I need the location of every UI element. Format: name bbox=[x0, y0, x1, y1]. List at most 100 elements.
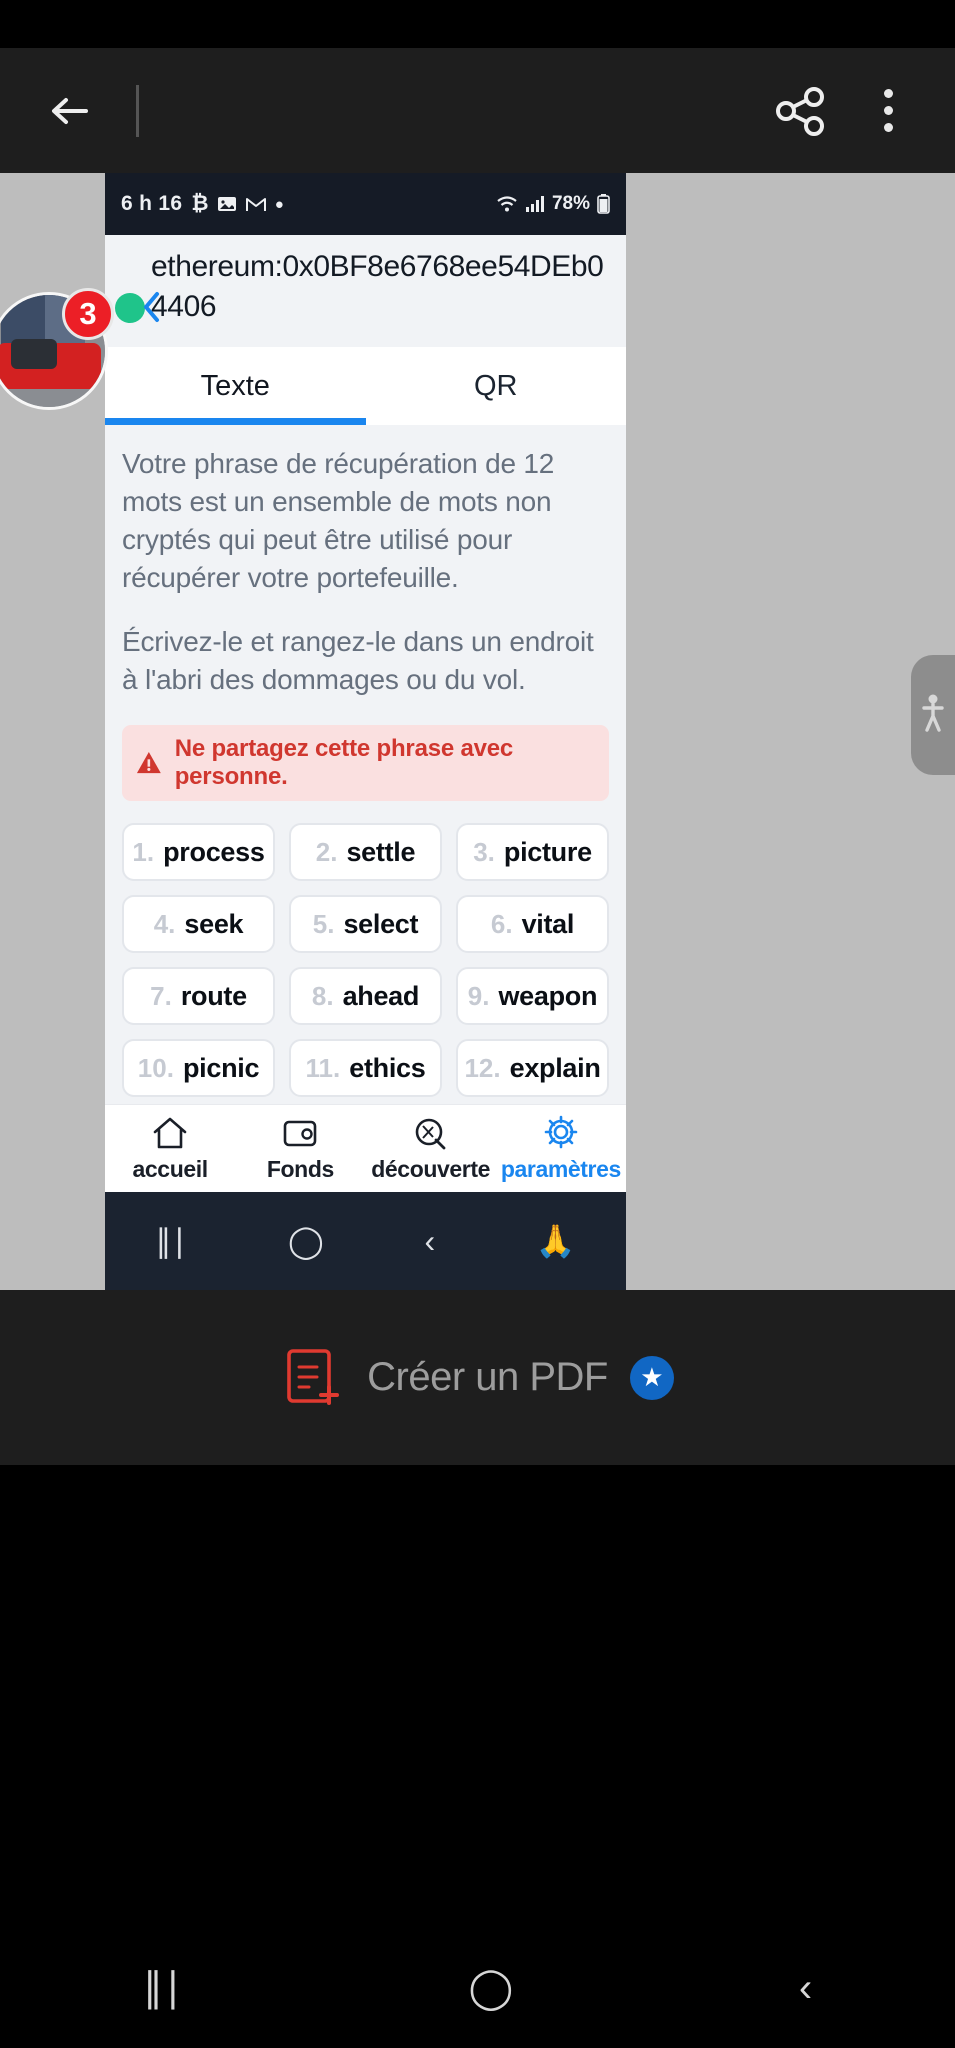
recovery-description-1: Votre phrase de récupération de 12 mots … bbox=[122, 448, 555, 594]
seed-word-text: process bbox=[163, 836, 265, 867]
gmail-icon bbox=[245, 198, 266, 211]
more-dot-1 bbox=[883, 89, 893, 98]
seed-word-text: select bbox=[343, 908, 419, 939]
seed-word-number: 8. bbox=[311, 980, 334, 1011]
recents-icon[interactable]: ∥∣ bbox=[155, 1222, 187, 1260]
create-pdf-label: Créer un PDF bbox=[367, 1355, 608, 1399]
statusbar-left: 6 h 16 ₿ ● bbox=[121, 192, 284, 216]
seed-word-text: ethics bbox=[349, 1052, 426, 1083]
seed-word-number: 3. bbox=[473, 836, 495, 867]
seed-word-number: 2. bbox=[315, 836, 338, 867]
warning-triangle-icon bbox=[136, 752, 161, 774]
phone-statusbar: 6 h 16 ₿ ● 78% bbox=[105, 173, 626, 235]
seed-word-chip[interactable]: 7. route bbox=[122, 967, 275, 1026]
seed-word-chip[interactable]: 1. process bbox=[122, 823, 275, 882]
wallet-address: ethereum:0x0BF8e6768ee54DEb04406 bbox=[151, 250, 604, 323]
tab-bar: Texte QR bbox=[105, 347, 626, 425]
seed-word-text: explain bbox=[509, 1052, 601, 1083]
seed-word-number: 6. bbox=[490, 908, 513, 939]
seed-word-chip[interactable]: 10. picnic bbox=[122, 1039, 275, 1098]
seed-word-chip[interactable]: 3. picture bbox=[456, 823, 609, 882]
seed-word-text: seek bbox=[184, 908, 244, 939]
more-dot-2 bbox=[883, 106, 893, 115]
home-icon bbox=[153, 1117, 187, 1148]
top-black-strip bbox=[0, 0, 955, 48]
nav-label: Fonds bbox=[266, 1155, 334, 1182]
bitcoin-icon: ₿ bbox=[191, 192, 209, 215]
phone-bottom-nav: accueil Fonds découverte paramètres bbox=[105, 1104, 626, 1192]
seed-word-text: picture bbox=[503, 836, 592, 867]
seed-word-number: 9. bbox=[467, 980, 490, 1011]
seed-word-chip[interactable]: 11. ethics bbox=[289, 1039, 442, 1098]
seed-word-chip[interactable]: 12. explain bbox=[456, 1039, 609, 1098]
seed-word-text: weapon bbox=[498, 980, 598, 1011]
pdf-add-icon bbox=[287, 1348, 340, 1405]
more-options-button[interactable] bbox=[881, 89, 895, 132]
wifi-icon bbox=[497, 196, 517, 212]
signal-icon bbox=[525, 196, 544, 212]
back-icon[interactable]: ‹ bbox=[424, 1223, 435, 1260]
seed-word-chip[interactable]: 9. weapon bbox=[456, 967, 609, 1026]
statusbar-time: 6 h 16 bbox=[121, 192, 183, 215]
recents-icon[interactable]: ∥∣ bbox=[143, 1965, 183, 2011]
accessibility-icon bbox=[922, 694, 944, 732]
arrow-left-icon bbox=[52, 97, 88, 124]
compass-icon bbox=[415, 1118, 446, 1149]
seed-word-chip[interactable]: 6. vital bbox=[456, 895, 609, 954]
nav-item-accueil[interactable]: accueil bbox=[105, 1115, 235, 1183]
nav-item-parametres[interactable]: paramètres bbox=[496, 1115, 626, 1183]
seed-word-number: 11. bbox=[305, 1052, 341, 1083]
seed-word-number: 1. bbox=[132, 836, 155, 867]
seed-word-number: 12. bbox=[464, 1052, 501, 1083]
seed-word-number: 10. bbox=[137, 1052, 174, 1083]
seed-word-chip[interactable]: 5. select bbox=[289, 895, 442, 954]
address-header: ethereum:0x0BF8e6768ee54DEb04406 bbox=[105, 235, 626, 347]
dot-icon: ● bbox=[274, 195, 285, 213]
warning-banner: Ne partagez cette phrase avec personne. bbox=[122, 725, 609, 802]
gear-icon bbox=[544, 1115, 578, 1148]
home-circle-icon[interactable]: ◯ bbox=[468, 1965, 513, 2011]
seed-word-text: vital bbox=[521, 908, 575, 939]
accessibility-icon[interactable]: 🙏 bbox=[536, 1222, 576, 1260]
tab-texte[interactable]: Texte bbox=[105, 347, 366, 425]
phone-screenshot: 6 h 16 ₿ ● 78% ethereum:0x0BF8e6768ee54D… bbox=[105, 173, 626, 1290]
warning-text: Ne partagez cette phrase avec personne. bbox=[174, 735, 514, 791]
share-button[interactable] bbox=[771, 81, 831, 141]
seed-word-chip[interactable]: 8. ahead bbox=[289, 967, 442, 1026]
tab-qr[interactable]: QR bbox=[366, 347, 627, 425]
back-icon[interactable]: ‹ bbox=[799, 1966, 812, 2011]
home-circle-icon[interactable]: ◯ bbox=[288, 1222, 324, 1260]
seed-word-text: route bbox=[180, 980, 247, 1011]
nav-label: paramètres bbox=[500, 1155, 621, 1182]
wallet-icon bbox=[284, 1120, 317, 1146]
seed-word-number: 7. bbox=[150, 980, 172, 1011]
more-dot-3 bbox=[883, 123, 893, 132]
nav-item-decouverte[interactable]: découverte bbox=[366, 1115, 496, 1183]
seed-word-chip[interactable]: 4. seek bbox=[122, 895, 275, 954]
toolbar-divider bbox=[136, 84, 139, 137]
statusbar-right: 78% bbox=[496, 193, 610, 215]
seed-word-text: ahead bbox=[342, 980, 420, 1011]
statusbar-notification-icons: ₿ ● bbox=[191, 192, 284, 216]
battery-percent: 78% bbox=[551, 193, 590, 214]
battery-icon bbox=[597, 194, 610, 214]
tab-active-underline bbox=[105, 418, 366, 425]
nav-label: accueil bbox=[132, 1155, 209, 1182]
recovery-description-2: Écrivez-le et rangez-le dans un endroit … bbox=[122, 626, 594, 696]
seed-word-number: 4. bbox=[153, 908, 176, 939]
create-pdf-bar[interactable]: Créer un PDF ★ bbox=[0, 1290, 955, 1465]
nav-item-fonds[interactable]: Fonds bbox=[235, 1115, 365, 1183]
floating-avatar[interactable]: 3 bbox=[0, 288, 114, 412]
accessibility-side-pill[interactable] bbox=[911, 655, 955, 775]
android-system-nav: ∥∣ ◯ ‹ bbox=[0, 1928, 955, 2048]
app-toolbar bbox=[0, 48, 955, 173]
chevron-left-icon[interactable] bbox=[141, 291, 161, 323]
image-icon bbox=[217, 197, 236, 211]
seed-word-chip[interactable]: 2. settle bbox=[289, 823, 442, 882]
content-area: Votre phrase de récupération de 12 mots … bbox=[105, 425, 626, 1098]
seed-word-number: 5. bbox=[312, 908, 335, 939]
notification-badge: 3 bbox=[62, 288, 114, 340]
back-button[interactable] bbox=[42, 83, 98, 139]
screen-root: 6 h 16 ₿ ● 78% ethereum:0x0BF8e6768ee54D… bbox=[0, 0, 955, 2048]
seed-word-text: picnic bbox=[182, 1052, 260, 1083]
